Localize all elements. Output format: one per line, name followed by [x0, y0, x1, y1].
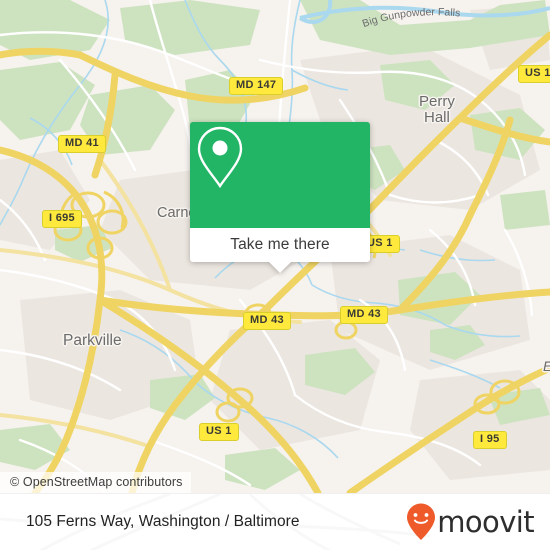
take-me-there-button[interactable]: Take me there	[190, 228, 370, 262]
shield-md-147[interactable]: MD 147	[229, 77, 284, 95]
shield-us-1-ne[interactable]: US 1	[518, 65, 550, 83]
shield-md-43-e[interactable]: MD 43	[340, 306, 388, 324]
shield-md-41[interactable]: MD 41	[58, 135, 106, 153]
moovit-pin-logo-icon	[407, 503, 436, 540]
bottom-info-bar: 105 Ferns Way, Washington / Baltimore mo…	[0, 493, 550, 550]
perry-hall-line2: Hall	[424, 109, 450, 126]
moovit-wordmark: moovit	[437, 504, 534, 539]
address-label: 105 Ferns Way, Washington / Baltimore	[26, 513, 300, 530]
perry-hall-line1: Perry	[419, 93, 455, 110]
shield-i-695[interactable]: I 695	[42, 210, 82, 228]
place-label-perry-hall: Perry Hall	[419, 94, 455, 126]
shield-md-43-w[interactable]: MD 43	[243, 312, 291, 330]
take-me-there-label: Take me there	[230, 236, 330, 253]
shield-i-95[interactable]: I 95	[473, 431, 507, 449]
popup-pin-area	[190, 122, 370, 228]
osm-attribution[interactable]: © OpenStreetMap contributors	[0, 472, 191, 493]
moovit-map-screen: Big Gunpowder Falls Perry Hall Carney Pa…	[0, 0, 550, 550]
map-pin-icon	[197, 126, 243, 189]
place-label-parkville: Parkville	[63, 332, 122, 349]
moovit-logo[interactable]: moovit	[405, 502, 535, 542]
shield-us-1-sw[interactable]: US 1	[199, 423, 239, 441]
map-edge-label: E	[543, 358, 550, 374]
map-canvas[interactable]: Big Gunpowder Falls Perry Hall Carney Pa…	[0, 0, 550, 493]
destination-popup[interactable]: Take me there	[190, 122, 370, 273]
popup-pointer	[269, 262, 291, 273]
